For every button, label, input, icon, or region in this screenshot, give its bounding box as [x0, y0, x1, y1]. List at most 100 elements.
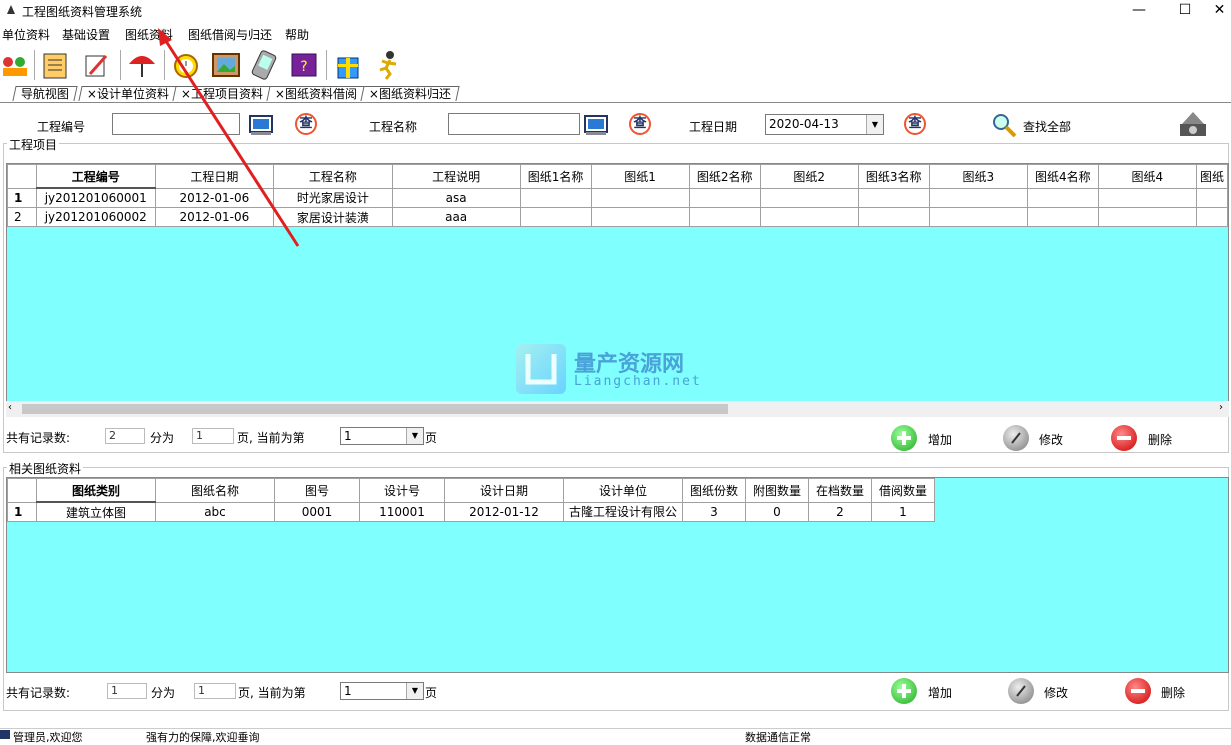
menu-unit-info[interactable]: 单位资料 — [2, 26, 50, 43]
drawing-delete-button[interactable]: 删除 — [1161, 684, 1185, 701]
column-header[interactable]: 设计单位 — [563, 478, 683, 503]
drawing-edit-button[interactable]: 修改 — [1044, 684, 1068, 701]
column-header[interactable]: 工程说明 — [391, 164, 521, 189]
menu-basic-settings[interactable]: 基础设置 — [62, 26, 110, 43]
help-book-icon[interactable]: ? — [288, 48, 320, 82]
chevron-down-icon[interactable]: ▼ — [866, 115, 883, 134]
table-cell[interactable] — [928, 187, 1028, 208]
table-cell[interactable]: jy201201060002 — [35, 207, 156, 227]
column-header[interactable]: 设计日期 — [444, 478, 564, 503]
menu-help[interactable]: 帮助 — [285, 26, 309, 43]
project-code-input[interactable] — [112, 113, 240, 135]
table-cell[interactable] — [1026, 207, 1099, 227]
query-project-name-button[interactable]: 查 — [629, 113, 651, 135]
table-row[interactable]: 1 建筑立体图 abc 0001 110001 2012-01-12 古隆工程设… — [7, 501, 935, 522]
table-cell[interactable]: 110001 — [359, 501, 445, 522]
column-header[interactable]: 图纸3 — [928, 164, 1028, 189]
row-number[interactable]: 1 — [7, 501, 37, 522]
table-cell[interactable]: asa — [391, 187, 521, 208]
table-cell[interactable]: 0001 — [274, 501, 360, 522]
column-header[interactable]: 图纸3名称 — [857, 164, 930, 189]
query-project-date-button[interactable]: 查 — [904, 113, 926, 135]
tab-drawing-return[interactable]: ×图纸资料归还 — [360, 86, 460, 101]
column-header[interactable]: 借阅数量 — [871, 478, 935, 503]
table-cell[interactable]: 建筑立体图 — [36, 501, 156, 522]
column-header[interactable]: 工程日期 — [154, 164, 275, 189]
table-cell[interactable]: aaa — [391, 207, 521, 227]
table-cell[interactable] — [688, 207, 761, 227]
alarm-clock-icon[interactable] — [170, 48, 202, 82]
table-cell[interactable] — [1026, 187, 1099, 208]
project-name-input[interactable] — [448, 113, 580, 135]
project-delete-button[interactable]: 删除 — [1148, 431, 1172, 448]
table-cell[interactable]: 2012-01-12 — [444, 501, 564, 522]
table-cell[interactable] — [1097, 187, 1197, 208]
add-icon[interactable] — [891, 678, 917, 704]
pda-icon[interactable] — [248, 48, 280, 82]
menu-borrow-return[interactable]: 图纸借阅与归还 — [188, 26, 272, 43]
edit-icon[interactable] — [1003, 425, 1029, 451]
column-header[interactable]: 工程名称 — [273, 164, 393, 189]
table-cell[interactable] — [519, 187, 592, 208]
drawing-page-select[interactable]: 1 ▼ — [340, 682, 424, 700]
column-header[interactable]: 图号 — [274, 478, 360, 503]
column-header[interactable]: 图纸1 — [590, 164, 690, 189]
keyboard-icon[interactable] — [249, 114, 273, 136]
drawing-grid[interactable]: 图纸类别 图纸名称 图号 设计号 设计日期 设计单位 图纸份数 附图数量 在档数… — [6, 477, 1229, 673]
table-cell[interactable] — [928, 207, 1028, 227]
find-all-button[interactable]: 查找全部 — [1023, 118, 1071, 135]
column-header[interactable]: 图纸4名称 — [1026, 164, 1099, 189]
column-header[interactable]: 图纸4 — [1097, 164, 1197, 189]
book-icon[interactable] — [40, 48, 72, 82]
scroll-left-icon[interactable]: ‹ — [8, 402, 12, 413]
users-icon[interactable] — [0, 48, 32, 82]
tab-drawing-borrow[interactable]: ×图纸资料借阅 — [266, 86, 366, 101]
menu-drawing-data[interactable]: 图纸资料 — [125, 26, 173, 43]
table-cell[interactable]: 古隆工程设计有限公 — [563, 501, 683, 522]
exit-icon[interactable] — [1176, 110, 1210, 140]
table-cell[interactable] — [1195, 207, 1228, 227]
add-icon[interactable] — [891, 425, 917, 451]
table-cell[interactable] — [519, 207, 592, 227]
column-header[interactable]: 图纸名称 — [155, 478, 275, 503]
table-cell[interactable] — [759, 187, 859, 208]
table-cell[interactable]: 时光家居设计 — [273, 187, 393, 208]
chevron-down-icon[interactable]: ▼ — [406, 428, 423, 444]
table-cell[interactable]: abc — [155, 501, 275, 522]
column-header[interactable]: 图纸份数 — [682, 478, 746, 503]
table-cell[interactable]: jy201201060001 — [35, 187, 156, 208]
minimize-button[interactable]: — — [1116, 0, 1162, 22]
table-cell[interactable]: 2012-01-06 — [154, 187, 275, 208]
table-cell[interactable] — [1097, 207, 1197, 227]
project-edit-button[interactable]: 修改 — [1039, 431, 1063, 448]
tab-project-data[interactable]: ×工程项目资料 — [172, 86, 272, 101]
column-header[interactable]: 图纸1名称 — [519, 164, 592, 189]
table-cell[interactable] — [1195, 187, 1228, 208]
project-add-button[interactable]: 增加 — [928, 431, 952, 448]
table-cell[interactable] — [590, 187, 690, 208]
picture-icon[interactable] — [210, 48, 242, 82]
table-cell[interactable]: 3 — [682, 501, 746, 522]
column-header[interactable]: 设计号 — [359, 478, 445, 503]
table-cell[interactable] — [590, 207, 690, 227]
close-button[interactable]: ✕ — [1208, 0, 1231, 22]
table-row[interactable]: 2 jy201201060002 2012-01-06 家居设计装潢 aaa — [7, 207, 1228, 227]
table-cell[interactable]: 2012-01-06 — [154, 207, 275, 227]
row-number[interactable]: 1 — [7, 187, 37, 208]
table-cell[interactable]: 0 — [745, 501, 809, 522]
table-cell[interactable]: 家居设计装潢 — [273, 207, 393, 227]
column-header[interactable]: 在档数量 — [808, 478, 872, 503]
edit-icon[interactable] — [1008, 678, 1034, 704]
tab-design-unit[interactable]: ×设计单位资料 — [78, 86, 178, 101]
delete-icon[interactable] — [1125, 678, 1151, 704]
scrollbar-thumb[interactable] — [22, 404, 728, 414]
umbrella-icon[interactable] — [126, 48, 158, 82]
maximize-button[interactable]: ☐ — [1162, 0, 1208, 22]
row-number[interactable]: 2 — [7, 207, 37, 227]
drawing-add-button[interactable]: 增加 — [928, 684, 952, 701]
project-date-picker[interactable]: 2020-04-13 ▼ — [765, 114, 884, 135]
delete-icon[interactable] — [1111, 425, 1137, 451]
column-header[interactable]: 图纸2 — [759, 164, 859, 189]
runner-icon[interactable] — [372, 48, 404, 82]
scroll-right-icon[interactable]: › — [1219, 402, 1223, 413]
